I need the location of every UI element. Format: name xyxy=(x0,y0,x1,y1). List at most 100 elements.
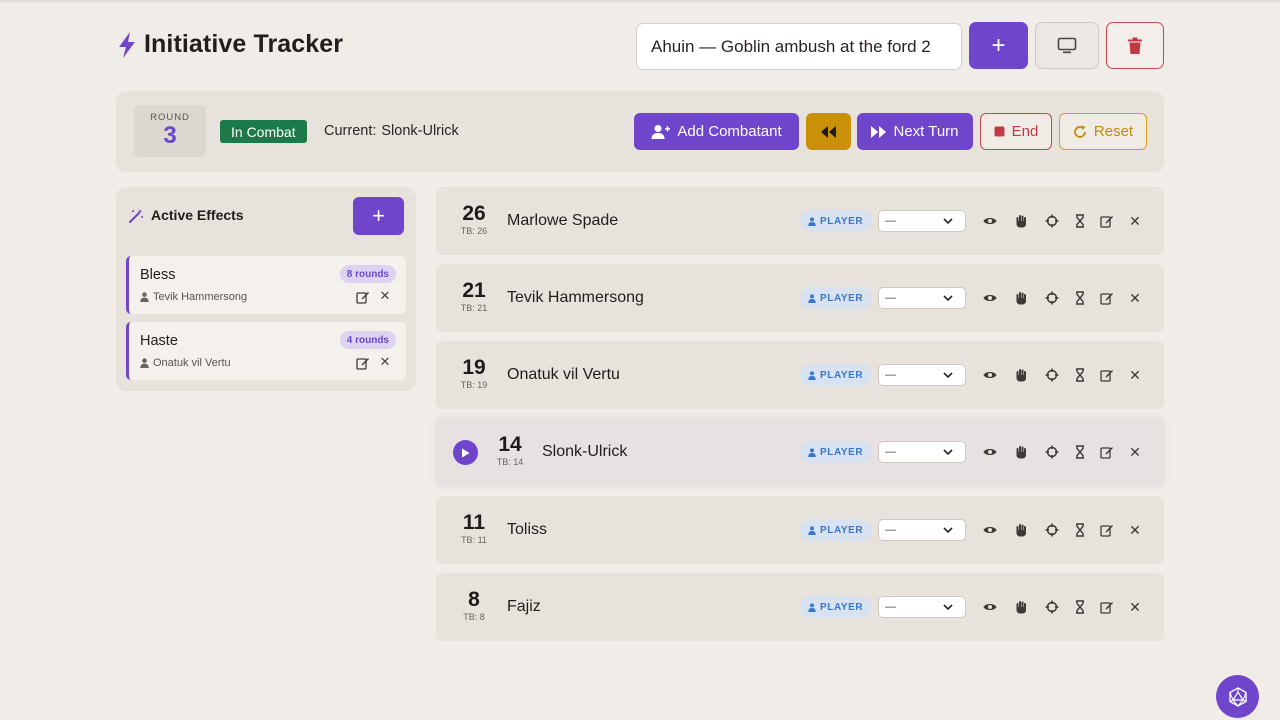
play-icon xyxy=(462,448,470,457)
effect-duration-badge: 4 rounds xyxy=(339,331,396,349)
effect-target-name: Tevik Hammersong xyxy=(153,291,248,303)
chevron-down-icon xyxy=(943,527,953,534)
combatant-row[interactable]: 21 TB: 21 Tevik Hammersong PLAYER — ✕ xyxy=(436,264,1164,332)
player-display-button[interactable] xyxy=(1035,22,1099,69)
close-icon[interactable]: ✕ xyxy=(378,355,392,369)
tiebreak-value: TB: 8 xyxy=(463,612,485,622)
edit-icon[interactable] xyxy=(1100,291,1114,305)
trash-icon xyxy=(1128,37,1142,54)
combatant-row[interactable]: 8 TB: 8 Fajiz PLAYER — ✕ xyxy=(436,573,1164,641)
hand-icon[interactable] xyxy=(1014,214,1028,228)
condition-select[interactable]: — xyxy=(878,364,966,386)
eye-icon[interactable] xyxy=(983,523,997,537)
hourglass-icon[interactable] xyxy=(1073,291,1087,305)
close-icon[interactable]: ✕ xyxy=(1128,445,1142,459)
hand-icon[interactable] xyxy=(1014,291,1028,305)
edit-icon[interactable] xyxy=(1100,214,1114,228)
dice-roller-button[interactable] xyxy=(1216,675,1259,718)
hand-icon[interactable] xyxy=(1014,368,1028,382)
close-icon[interactable]: ✕ xyxy=(1128,523,1142,537)
close-icon[interactable]: ✕ xyxy=(1128,600,1142,614)
condition-value: — xyxy=(885,215,896,227)
hand-icon[interactable] xyxy=(1014,600,1028,614)
hand-icon[interactable] xyxy=(1014,523,1028,537)
round-counter: ROUND 3 xyxy=(134,105,206,157)
initiative-value: 14 xyxy=(498,433,522,456)
hourglass-icon[interactable] xyxy=(1073,214,1087,228)
crosshair-icon[interactable] xyxy=(1045,445,1059,459)
condition-select[interactable]: — xyxy=(878,441,966,463)
crosshair-icon[interactable] xyxy=(1045,523,1059,537)
current-combatant-name: Slonk-Ulrick xyxy=(381,123,459,139)
combatant-row[interactable]: 26 TB: 26 Marlowe Spade PLAYER — ✕ xyxy=(436,187,1164,255)
close-icon[interactable]: ✕ xyxy=(378,289,392,303)
eye-icon[interactable] xyxy=(983,445,997,459)
condition-select[interactable]: — xyxy=(878,519,966,541)
effect-target: Onatuk vil Vertu xyxy=(140,357,231,369)
initiative-block: 19 TB: 19 xyxy=(456,356,492,391)
combatant-type-label: PLAYER xyxy=(820,524,864,536)
tiebreak-value: TB: 14 xyxy=(496,457,524,467)
crosshair-icon[interactable] xyxy=(1045,291,1059,305)
edit-icon[interactable] xyxy=(1100,368,1114,382)
close-icon[interactable]: ✕ xyxy=(1128,291,1142,305)
initiative-block: 14 TB: 14 xyxy=(492,433,528,468)
combatant-name[interactable]: Slonk-Ulrick xyxy=(542,443,627,461)
crosshair-icon[interactable] xyxy=(1045,214,1059,228)
rewind-icon xyxy=(821,125,836,138)
combatant-type-badge: PLAYER xyxy=(800,519,873,541)
session-select[interactable]: Ahuin — Goblin ambush at the ford 2 xyxy=(636,23,962,70)
combatant-name[interactable]: Tevik Hammersong xyxy=(507,289,644,307)
add-user-icon xyxy=(651,124,671,139)
initiative-value: 21 xyxy=(462,279,486,302)
add-effect-button[interactable]: + xyxy=(353,197,404,235)
reset-combat-button[interactable]: Reset xyxy=(1059,113,1147,150)
combatant-row[interactable]: 11 TB: 11 Toliss PLAYER — ✕ xyxy=(436,496,1164,564)
next-turn-button[interactable]: Next Turn xyxy=(857,113,973,150)
initiative-value: 19 xyxy=(462,356,486,379)
monitor-icon xyxy=(1057,37,1077,53)
eye-icon[interactable] xyxy=(983,368,997,382)
combatant-row[interactable]: 19 TB: 19 Onatuk vil Vertu PLAYER — ✕ xyxy=(436,341,1164,409)
previous-turn-button[interactable] xyxy=(806,113,851,150)
combatant-type-badge: PLAYER xyxy=(800,441,873,463)
hourglass-icon[interactable] xyxy=(1073,600,1087,614)
user-icon xyxy=(808,602,816,612)
edit-icon[interactable] xyxy=(1100,523,1114,537)
eye-icon[interactable] xyxy=(983,600,997,614)
combatant-name[interactable]: Marlowe Spade xyxy=(507,212,618,230)
hourglass-icon[interactable] xyxy=(1073,368,1087,382)
condition-select[interactable]: — xyxy=(878,210,966,232)
crosshair-icon[interactable] xyxy=(1045,368,1059,382)
combatant-row[interactable]: 14 TB: 14 Slonk-Ulrick PLAYER — ✕ xyxy=(436,418,1164,486)
add-session-button[interactable]: + xyxy=(969,22,1028,69)
add-combatant-button[interactable]: Add Combatant xyxy=(634,113,799,150)
combatant-name[interactable]: Fajiz xyxy=(507,598,541,616)
close-icon[interactable]: ✕ xyxy=(1128,214,1142,228)
combatant-type-label: PLAYER xyxy=(820,215,864,227)
eye-icon[interactable] xyxy=(983,291,997,305)
combatant-name[interactable]: Toliss xyxy=(507,521,547,539)
condition-select[interactable]: — xyxy=(878,287,966,309)
delete-session-button[interactable] xyxy=(1106,22,1164,69)
hourglass-icon[interactable] xyxy=(1073,523,1087,537)
edit-icon[interactable] xyxy=(356,356,370,370)
edit-icon[interactable] xyxy=(1100,600,1114,614)
crosshair-icon[interactable] xyxy=(1045,600,1059,614)
stop-icon xyxy=(994,126,1005,137)
combatant-name[interactable]: Onatuk vil Vertu xyxy=(507,366,620,384)
close-icon[interactable]: ✕ xyxy=(1128,368,1142,382)
edit-icon[interactable] xyxy=(356,290,370,304)
initiative-block: 26 TB: 26 xyxy=(456,203,492,237)
edit-icon[interactable] xyxy=(1100,445,1114,459)
eye-icon[interactable] xyxy=(983,214,997,228)
chevron-down-icon xyxy=(943,372,953,379)
end-combat-button[interactable]: End xyxy=(980,113,1052,150)
initiative-value: 11 xyxy=(462,511,486,534)
condition-value: — xyxy=(885,524,896,536)
hand-icon[interactable] xyxy=(1014,445,1028,459)
combat-status-badge: In Combat xyxy=(220,120,307,143)
hourglass-icon[interactable] xyxy=(1073,445,1087,459)
condition-select[interactable]: — xyxy=(878,596,966,618)
effect-name: Bless xyxy=(140,267,176,283)
